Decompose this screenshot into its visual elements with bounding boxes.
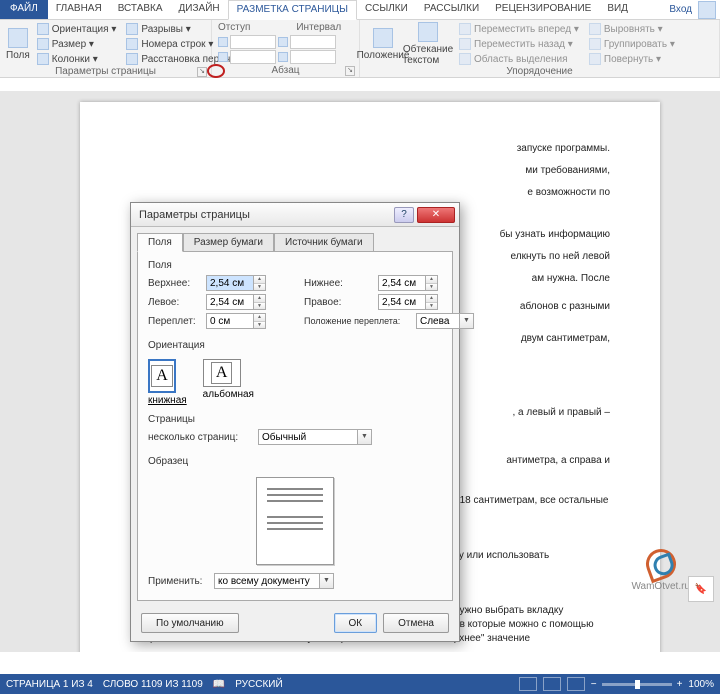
orientation-portrait[interactable]: Aкнижная [148, 359, 187, 406]
group-button: Группировать ▾ [586, 37, 678, 51]
bring-forward-button: Переместить вперед ▾ [456, 22, 582, 36]
apply-to-combo[interactable]: ▼ [214, 573, 334, 589]
status-bar: СТРАНИЦА 1 ИЗ 4 СЛОВО 1109 ИЗ 1109 📖 РУС… [0, 674, 720, 694]
status-proofing-icon[interactable]: 📖 [213, 679, 225, 690]
indent-left-spinner[interactable] [230, 35, 276, 49]
paragraph-launcher-icon[interactable]: ↘ [345, 66, 355, 76]
gutter-spinner[interactable]: ▲▼ [206, 313, 266, 329]
ribbon-tabbar: ФАЙЛ ГЛАВНАЯ ВСТАВКА ДИЗАЙН РАЗМЕТКА СТР… [0, 0, 720, 20]
margins-button[interactable]: Поля [6, 22, 30, 66]
columns-button[interactable]: Колонки ▾ [34, 52, 120, 66]
label-apply: Применить: [148, 576, 208, 587]
tab-references[interactable]: ССЫЛКИ [357, 0, 416, 19]
align-button: Выровнять ▾ [586, 22, 678, 36]
gutter-position-combo[interactable]: ▼ [416, 313, 474, 329]
zoom-slider[interactable]: − + [591, 679, 683, 690]
view-read-icon[interactable] [519, 677, 537, 691]
send-backward-button: Переместить назад ▾ [456, 37, 582, 51]
login-link[interactable]: Вход [669, 4, 692, 15]
user-avatar-icon[interactable] [698, 1, 716, 19]
status-language[interactable]: РУССКИЙ [235, 679, 282, 690]
ok-button[interactable]: ОК [334, 613, 378, 633]
dialog-title: Параметры страницы [139, 209, 394, 221]
pages-legend: Страницы [148, 414, 195, 425]
right-margin-spinner[interactable]: ▲▼ [378, 294, 438, 310]
tab-view[interactable]: ВИД [599, 0, 636, 19]
watermark-logo-icon [642, 545, 680, 583]
position-button[interactable]: Положение [366, 22, 400, 66]
label-bottom: Нижнее: [304, 278, 374, 289]
status-words[interactable]: СЛОВО 1109 ИЗ 1109 [103, 679, 203, 690]
left-margin-spinner[interactable]: ▲▼ [206, 294, 266, 310]
view-print-icon[interactable] [543, 677, 561, 691]
tab-mailings[interactable]: РАССЫЛКИ [416, 0, 487, 19]
dialog-close-button[interactable]: ✕ [417, 207, 455, 223]
label-gutter: Переплет: [148, 316, 202, 327]
zoom-in-icon[interactable]: + [677, 679, 683, 690]
orientation-landscape[interactable]: Aальбомная [203, 359, 254, 406]
view-web-icon[interactable] [567, 677, 585, 691]
spacing-before-spinner[interactable] [290, 35, 336, 49]
dialog-tab-paper[interactable]: Размер бумаги [183, 233, 274, 252]
page-setup-launcher-icon[interactable]: ↘ [197, 67, 207, 77]
page-setup-dialog: Параметры страницы ? ✕ Поля Размер бумаг… [130, 202, 460, 642]
document-area: запуске программы. ми требованиями, е во… [0, 92, 720, 652]
rotate-button: Повернуть ▾ [586, 52, 678, 66]
label-multipages: несколько страниц: [148, 432, 252, 443]
spacing-after-icon [278, 52, 288, 62]
tab-design[interactable]: ДИЗАЙН [171, 0, 228, 19]
watermark-text: WamOtvet.ru [631, 581, 690, 592]
tab-home[interactable]: ГЛАВНАЯ [48, 0, 110, 19]
ribbon: Поля Ориентация ▾ Размер ▾ Колонки ▾ Раз… [0, 20, 720, 78]
indent-left-icon [218, 37, 228, 47]
horizontal-ruler[interactable] [0, 78, 720, 92]
tab-insert[interactable]: ВСТАВКА [110, 0, 171, 19]
tab-file[interactable]: ФАЙЛ [0, 0, 48, 19]
label-gutterpos: Положение переплета: [304, 316, 412, 326]
doc-fragment: запуске программы. [130, 142, 610, 156]
preview-legend: Образец [148, 456, 188, 467]
top-margin-spinner[interactable]: ▲▼ [206, 275, 266, 291]
group-label-page-setup: Параметры страницы [55, 66, 156, 77]
wrap-text-button[interactable]: Обтекание текстом [404, 22, 452, 66]
spacing-before-icon [278, 37, 288, 47]
group-label-arrange: Упорядочение [506, 66, 572, 77]
indent-right-spinner[interactable] [230, 50, 276, 64]
label-right: Правое: [304, 297, 374, 308]
cancel-button[interactable]: Отмена [383, 613, 449, 633]
zoom-value[interactable]: 100% [688, 679, 714, 690]
watermark: WamOtvet.ru [631, 549, 690, 592]
selection-pane-button[interactable]: Область выделения [456, 52, 582, 66]
orientation-button[interactable]: Ориентация ▾ [34, 22, 120, 36]
doc-fragment: е возможности по [130, 186, 610, 200]
preview-icon [256, 477, 334, 565]
status-page[interactable]: СТРАНИЦА 1 ИЗ 4 [6, 679, 93, 690]
default-button[interactable]: По умолчанию [141, 613, 239, 633]
group-label-paragraph: Абзац [271, 65, 299, 76]
label-top: Верхнее: [148, 278, 202, 289]
multiple-pages-combo[interactable]: ▼ [258, 429, 372, 445]
size-button[interactable]: Размер ▾ [34, 37, 120, 51]
label-left: Левое: [148, 297, 202, 308]
orientation-legend: Ориентация [148, 340, 205, 351]
tab-review[interactable]: РЕЦЕНЗИРОВАНИЕ [487, 0, 599, 19]
zoom-out-icon[interactable]: − [591, 679, 597, 690]
tab-page-layout[interactable]: РАЗМЕТКА СТРАНИЦЫ [228, 0, 357, 20]
doc-fragment: ми требованиями, [130, 164, 610, 178]
fields-legend: Поля [148, 260, 172, 271]
dialog-tab-source[interactable]: Источник бумаги [274, 233, 374, 252]
dialog-help-button[interactable]: ? [394, 207, 414, 223]
dialog-tab-margins[interactable]: Поля [137, 233, 183, 252]
spacing-after-spinner[interactable] [290, 50, 336, 64]
bottom-margin-spinner[interactable]: ▲▼ [378, 275, 438, 291]
indent-right-icon [218, 52, 228, 62]
jump-to-bookmark-button[interactable]: 🔖 [688, 576, 714, 602]
